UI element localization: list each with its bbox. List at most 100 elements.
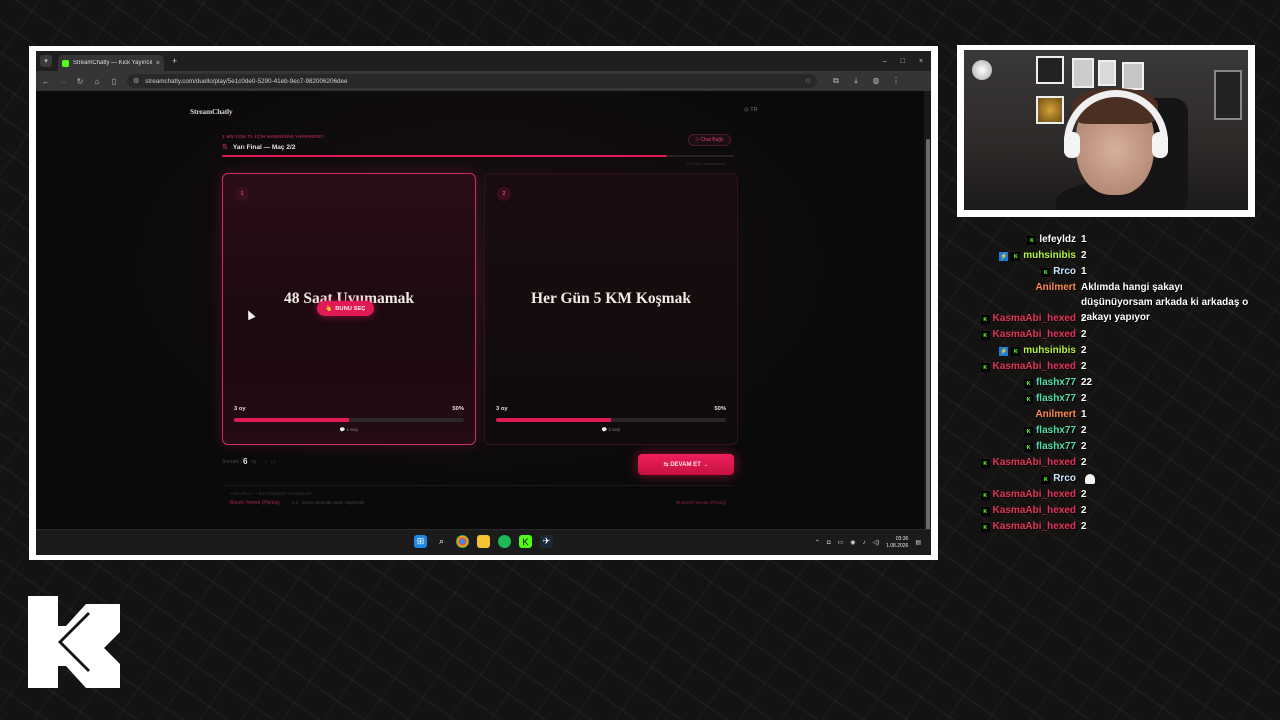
kick-badge-icon: ᴋ xyxy=(1011,252,1021,261)
tab-close-icon[interactable]: × xyxy=(156,60,160,67)
sidebar-icon[interactable]: ▯ xyxy=(110,77,118,86)
chat-text: 2 xyxy=(1081,250,1087,261)
question-title: 1 MİLYON TL İÇİN HANGİSİNİ YAPARDIN? xyxy=(222,135,324,140)
notification-icon[interactable]: ▤ xyxy=(915,539,921,546)
history-title: YARI FİNAL — İLK YARIŞMAT SONUÇLAR xyxy=(230,491,312,496)
chat-message: ᴋ flashx77 2 xyxy=(980,423,1270,439)
chat-username[interactable]: Anilmert xyxy=(1035,407,1076,423)
maximize-icon[interactable]: □ xyxy=(901,58,905,65)
chat-username[interactable]: flashx77 xyxy=(1036,423,1076,439)
tournament-progress-fill xyxy=(222,155,668,157)
chat-text: 2 xyxy=(1081,313,1087,324)
chat-badges: ᴋ xyxy=(1023,439,1033,455)
new-tab-icon[interactable]: + xyxy=(172,56,177,66)
chat-text: 2 xyxy=(1081,425,1087,436)
desktop-screen: ▾ StreamChatly — Kick Yayıncıla × + – □ … xyxy=(36,51,931,555)
vote-bar-fill xyxy=(234,418,349,422)
address-bar[interactable]: ⚙ streamchatly.com/duello/play/5e1c0de0-… xyxy=(127,74,817,88)
chat-connected-button[interactable]: ⟐ Chat Bağlı xyxy=(688,134,731,146)
network-icon[interactable]: ◉ xyxy=(850,539,855,546)
bookmark-star-icon[interactable]: ☆ xyxy=(805,77,811,85)
chat-message: ᴋ KasmaAbi_hexed 2 xyxy=(980,503,1270,519)
extensions-icon[interactable]: ⧉ xyxy=(832,76,840,86)
chat-message: ⚡ ᴋ muhsinibis 2 xyxy=(980,248,1270,264)
scroll-thumb[interactable] xyxy=(926,139,930,555)
chat-badges: ᴋ xyxy=(980,519,990,535)
percent-label: 50% xyxy=(452,406,464,412)
chat-message: ᴋ KasmaAbi_hexed 2 xyxy=(980,359,1270,375)
kick-badge-icon: ᴋ xyxy=(980,331,990,340)
search-icon[interactable]: ⌕ xyxy=(435,535,448,548)
battery-icon[interactable]: ▭ xyxy=(838,539,844,546)
reload-icon[interactable]: ↻ xyxy=(76,77,84,86)
tournament-progress xyxy=(222,155,734,157)
chat-username[interactable]: KasmaAbi_hexed xyxy=(993,487,1076,503)
choose-this-button[interactable]: 👆 BUNU SEÇ xyxy=(317,301,374,316)
chat-text: 2 xyxy=(1081,441,1087,452)
kick-app-icon[interactable]: K xyxy=(519,535,532,548)
brand-logo[interactable]: StreamChatly xyxy=(190,107,233,116)
chat-text: 2 xyxy=(1081,457,1087,468)
chat-message: ᴋ flashx77 22 xyxy=(980,375,1270,391)
chat-text: 2 xyxy=(1081,505,1087,516)
chat-text: 2 xyxy=(1081,489,1087,500)
kick-badge-icon: ᴋ xyxy=(980,491,990,500)
wall-poster xyxy=(1214,70,1242,120)
chat-username[interactable]: KasmaAbi_hexed xyxy=(993,359,1076,375)
tray-chevron-icon[interactable]: ⌃ xyxy=(815,539,820,546)
back-icon[interactable]: ← xyxy=(42,77,50,86)
continue-button[interactable]: ⇆ DEVAM ET → xyxy=(638,454,734,475)
home-icon[interactable]: ⌂ xyxy=(93,77,101,86)
option-card-1[interactable]: 1 48 Saat Uyumamak 👆 BUNU SEÇ 3 oy 50% 💬… xyxy=(222,173,476,445)
option-card-2[interactable]: 2 Her Gün 5 KM Koşmak 3 oy 50% 💬 2 seçi xyxy=(484,173,738,445)
menu-icon[interactable]: ⋮ xyxy=(892,76,900,86)
language-selector[interactable]: ◎ TR xyxy=(744,107,758,113)
forward-icon[interactable]: → xyxy=(59,77,67,86)
chat-text: Aklımda hangi şakayı düşünüyorsam arkada… xyxy=(1081,282,1249,323)
tray-app-icon[interactable]: ◘ xyxy=(827,540,831,546)
download-icon[interactable]: ⤓ xyxy=(852,76,860,86)
chat-username[interactable]: lefeyldz xyxy=(1039,232,1076,248)
chat-message: ᴋ lefeyldz 1 xyxy=(980,232,1270,248)
minimize-icon[interactable]: – xyxy=(883,58,887,65)
browser-capture: ▾ StreamChatly — Kick Yayıncıla × + – □ … xyxy=(29,46,938,560)
chat-username[interactable]: Rrco xyxy=(1053,264,1076,280)
site-info-icon[interactable]: ⚙ xyxy=(133,77,139,85)
chat-badges: ᴋ xyxy=(980,455,990,471)
file-explorer-icon[interactable] xyxy=(477,535,490,548)
chat-username[interactable]: KasmaAbi_hexed xyxy=(993,311,1076,327)
chat-username[interactable]: Rrco xyxy=(1053,471,1076,487)
kick-badge-icon: ᴋ xyxy=(980,459,990,468)
clock[interactable]: 03:36 1.08.2026 xyxy=(886,536,908,549)
chat-username[interactable]: Anilmert xyxy=(1035,280,1076,296)
chat-username[interactable]: muhsinibis xyxy=(1023,343,1076,359)
chat-username[interactable]: KasmaAbi_hexed xyxy=(993,503,1076,519)
windows-start-icon[interactable]: ⊞ xyxy=(414,535,427,548)
chat-username[interactable]: KasmaAbi_hexed xyxy=(993,327,1076,343)
history-result: ⊞ Böcek Yemek (Pişmiş) xyxy=(676,500,726,505)
chat-username[interactable]: flashx77 xyxy=(1036,375,1076,391)
chat-username[interactable]: KasmaAbi_hexed xyxy=(993,455,1076,471)
chat-username[interactable]: muhsinibis xyxy=(1023,248,1076,264)
chrome-icon[interactable] xyxy=(456,535,469,548)
score-hint: 1 · 1/2 xyxy=(264,459,277,464)
gold-record xyxy=(1036,96,1064,124)
close-window-icon[interactable]: × xyxy=(919,58,923,65)
tab-search-icon[interactable]: ▾ xyxy=(40,55,52,67)
spotify-icon[interactable] xyxy=(498,535,511,548)
chat-badges: ᴋ xyxy=(1041,264,1051,280)
chat-username[interactable]: KasmaAbi_hexed xyxy=(993,519,1076,535)
chat-username[interactable]: flashx77 xyxy=(1036,391,1076,407)
score-label: Sonraki xyxy=(222,458,239,465)
chat-badges: ᴋ xyxy=(1023,391,1033,407)
choose-label: BUNU SEÇ xyxy=(335,305,366,312)
chat-username[interactable]: flashx77 xyxy=(1036,439,1076,455)
mic-icon[interactable]: ♪ xyxy=(862,540,865,546)
browser-tab[interactable]: StreamChatly — Kick Yayıncıla × xyxy=(58,55,164,71)
speaker-icon[interactable]: ◁) xyxy=(872,539,879,546)
page-scrollbar[interactable] xyxy=(924,91,931,555)
voters-label: 💬 2 seçi xyxy=(601,427,621,432)
steam-icon[interactable]: ✈ xyxy=(540,535,553,548)
profile-icon[interactable]: ◍ xyxy=(872,76,880,86)
chat-text: 1 xyxy=(1081,409,1087,420)
